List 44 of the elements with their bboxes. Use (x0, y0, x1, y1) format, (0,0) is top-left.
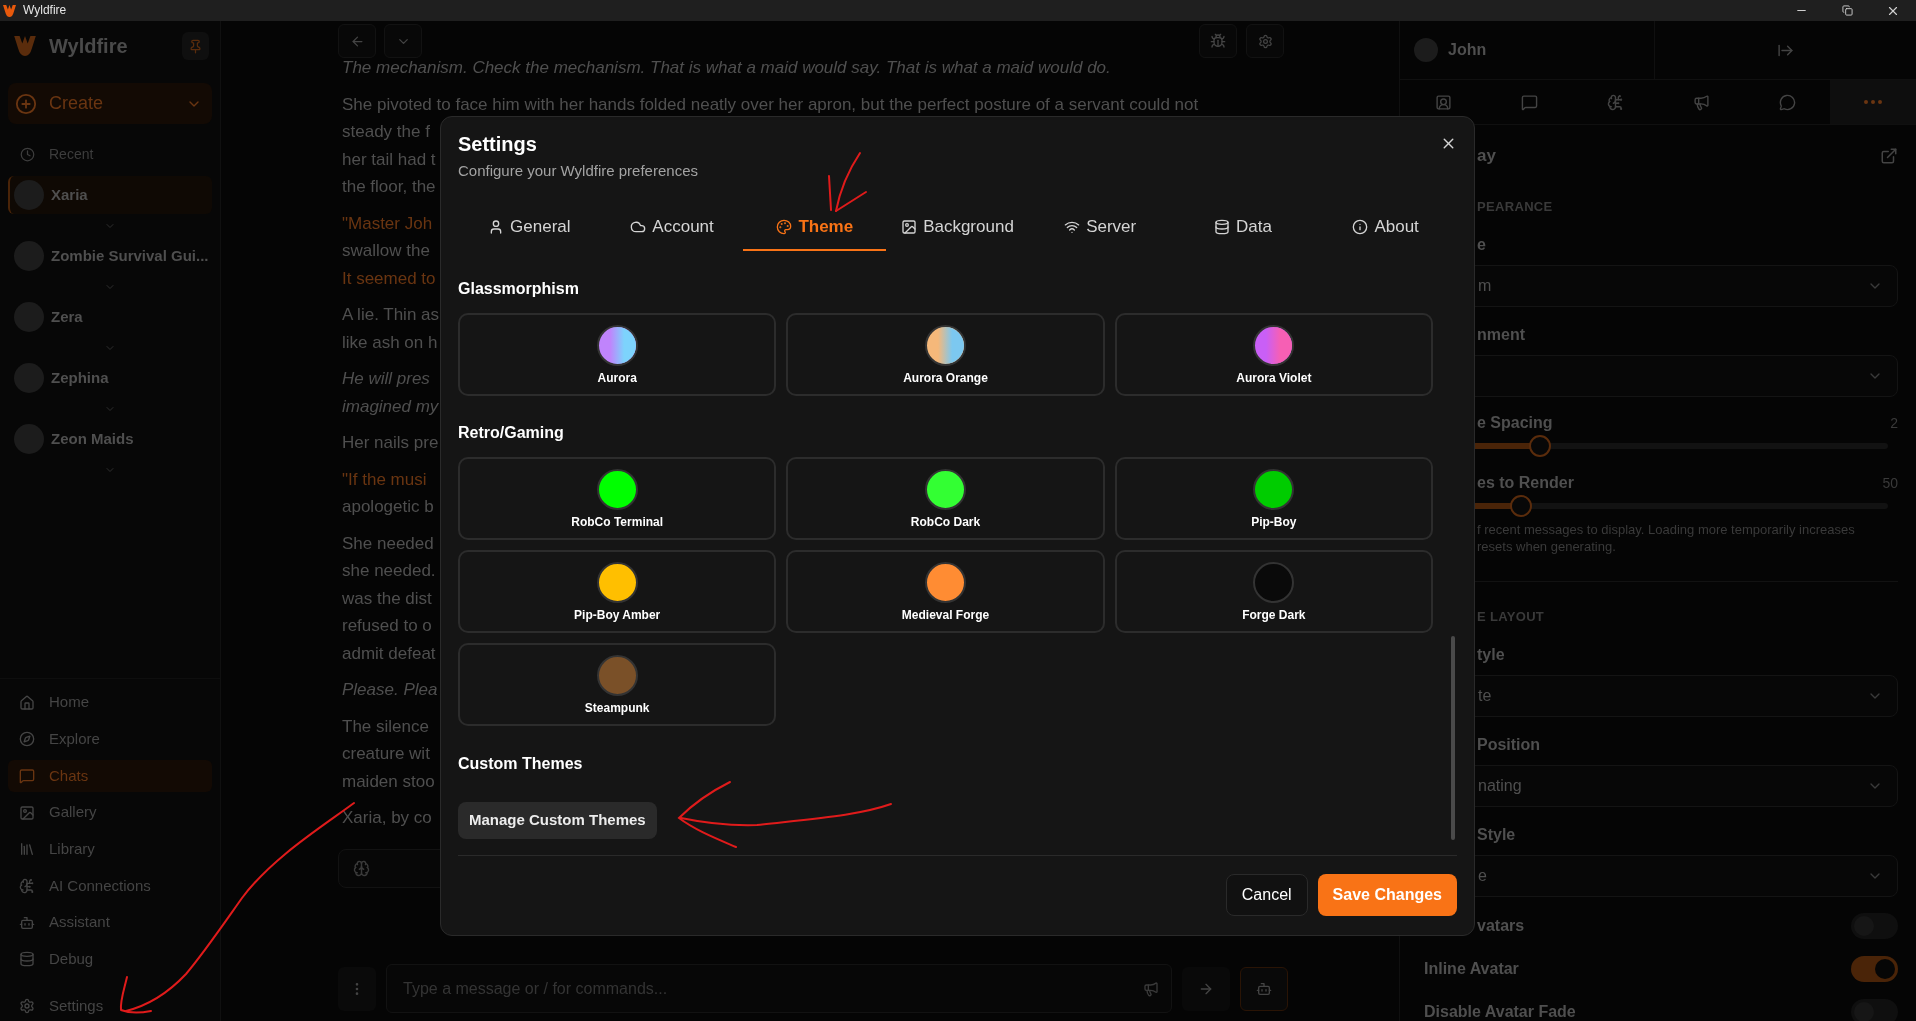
message-text: "If the musi (342, 469, 427, 490)
message-text: maiden stoo (342, 771, 435, 792)
message-text: Xaria, by co (342, 808, 432, 828)
slider-label: e Spacing (1477, 413, 1553, 433)
field-label: nment (1477, 325, 1525, 345)
message-text: She needed (342, 533, 434, 554)
panel-title: ay (1477, 145, 1496, 168)
message-text: she needed. (342, 561, 436, 581)
toggle-label: Disable Avatar Fade (1424, 1002, 1576, 1021)
message-text: Her nails pre (342, 433, 439, 453)
window-title: Wyldfire (23, 2, 67, 19)
message-text: admit defeat (342, 643, 436, 664)
message-text: like ash on h (342, 332, 438, 353)
message-text: Please. Plea (342, 680, 438, 700)
message-text: She pivoted to face him with her hands folded neatly over her apron, but the perfect posture of a servant could not (342, 94, 1199, 115)
message-text: creature wit (342, 744, 430, 764)
message-text: apologetic b (342, 497, 434, 517)
field-label: Style (1477, 825, 1516, 845)
message-text: steady the f (342, 122, 430, 142)
group-title: Custom Themes (458, 754, 583, 774)
message-text: A lie. Thin as (342, 305, 440, 325)
message-text: It seemed to (342, 268, 436, 289)
group-title: Retro/Gaming (458, 423, 564, 443)
toggle-label: vatars (1477, 916, 1525, 936)
toggle-label: Inline Avatar (1424, 959, 1519, 979)
slider-label: es to Render (1477, 473, 1574, 493)
message-text: the floor, the (342, 177, 436, 197)
field-label: tyle (1477, 645, 1505, 665)
dialog-title: Settings (458, 132, 537, 157)
message-text: imagined my (342, 396, 439, 417)
group-title: Glassmorphism (458, 279, 579, 299)
user-name: John (1448, 40, 1487, 60)
brand-name: Wyldfire (49, 34, 128, 59)
message-text: her tail had t (342, 149, 436, 170)
message-text: swallow the (342, 241, 430, 261)
field-label: Position (1477, 735, 1541, 755)
field-label: e (1477, 235, 1486, 255)
message-text: He will pres (342, 369, 430, 389)
message-text: The silence (342, 716, 429, 737)
message-text: refused to o (342, 616, 432, 636)
message-text: "Master Joh (342, 213, 433, 234)
dialog-subtitle: Configure your Wyldfire preferences (458, 161, 698, 181)
message-text: The mechanism. Check the mechanism. That is what a maid would say. That is what a maid would do. (342, 58, 1111, 78)
message-text: was the dist (342, 588, 432, 609)
